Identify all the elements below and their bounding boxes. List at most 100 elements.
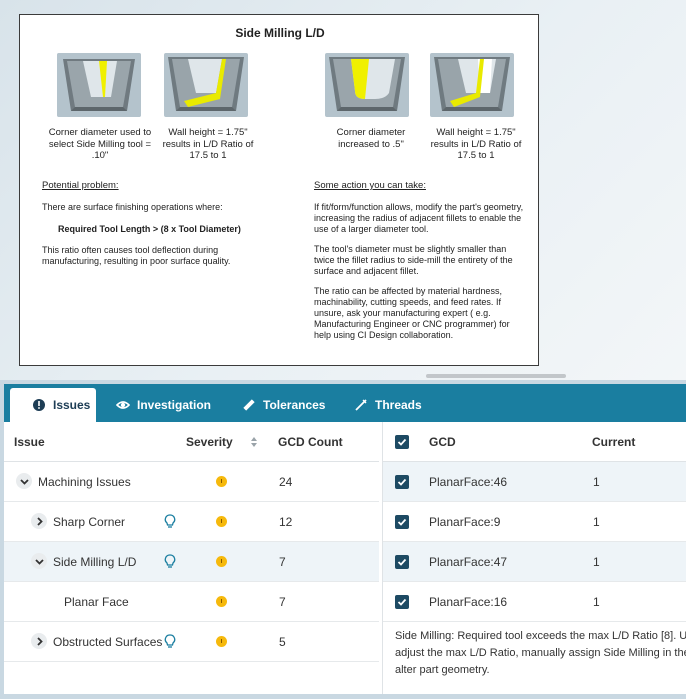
issues-table-header: Issue Severity GCD Count	[4, 422, 379, 462]
gcd-current: 1	[593, 475, 600, 489]
issue-name: Sharp Corner	[53, 515, 126, 529]
help-card-title: Side Milling L/D	[235, 26, 325, 40]
table-row[interactable]: PlanarFace:46 1	[383, 462, 686, 502]
issues-panel: Issues Investigation Tolerances Threads	[4, 384, 686, 694]
issues-table: Issue Severity GCD Count Machining Issue…	[4, 422, 379, 694]
tab-investigation[interactable]: Investigation	[116, 388, 211, 422]
column-issue[interactable]: Issue	[14, 435, 45, 449]
problem-text-line: manufacturing, resulting in poor surface…	[42, 256, 231, 266]
gcd-current: 1	[593, 595, 600, 609]
narrow-pocket-wall-image	[164, 53, 248, 117]
row-checkbox[interactable]	[395, 595, 409, 609]
resize-handle[interactable]	[426, 374, 566, 378]
chevron-right-icon[interactable]	[31, 513, 47, 529]
table-row[interactable]: Sharp Corner 12	[4, 502, 379, 542]
table-row[interactable]: PlanarFace:9 1	[383, 502, 686, 542]
gcd-table-header: GCD Current	[383, 422, 686, 462]
action-line: help using CI Design collaboration.	[314, 330, 454, 340]
row-checkbox[interactable]	[395, 555, 409, 569]
caption-wall-height-2: Wall height = 1.75" results in L/D Ratio…	[430, 127, 522, 161]
caption-corner-diameter: Corner diameter used to select Side Mill…	[48, 127, 152, 161]
chevron-down-icon[interactable]	[16, 473, 32, 489]
tab-tolerances-label: Tolerances	[263, 398, 326, 412]
severity-warning-icon	[216, 556, 227, 567]
table-row[interactable]: PlanarFace:16 1	[383, 582, 686, 622]
narrow-pocket-image	[57, 53, 141, 117]
gcd-current: 1	[593, 515, 600, 529]
tab-bar: Issues Investigation Tolerances Threads	[4, 384, 686, 422]
lightbulb-icon[interactable]	[164, 554, 176, 570]
alert-circle-icon	[33, 399, 45, 411]
action-line: twice the fillet radius to side-mill the…	[314, 255, 513, 265]
severity-warning-icon	[216, 636, 227, 647]
tab-threads[interactable]: Threads	[354, 388, 422, 422]
lightbulb-icon[interactable]	[164, 514, 176, 530]
thread-icon	[355, 399, 367, 411]
issue-count: 24	[279, 475, 293, 489]
description-line: alter part geometry.	[395, 664, 490, 676]
issue-name: Obstructed Surfaces	[53, 635, 163, 649]
problem-heading: Potential problem:	[42, 180, 119, 191]
action-heading: Some action you can take:	[314, 180, 426, 191]
chevron-down-icon[interactable]	[31, 553, 47, 569]
tab-issues[interactable]: Issues	[10, 388, 96, 422]
tab-issues-label: Issues	[53, 398, 91, 412]
severity-warning-icon	[216, 476, 227, 487]
row-checkbox[interactable]	[395, 475, 409, 489]
description-line: Side Milling: Required tool exceeds the …	[395, 630, 686, 642]
select-all-checkbox[interactable]	[395, 435, 409, 449]
column-severity[interactable]: Severity	[186, 435, 233, 449]
severity-warning-icon	[216, 516, 227, 527]
tab-tolerances[interactable]: Tolerances	[242, 388, 325, 422]
table-row[interactable]: PlanarFace:47 1	[383, 542, 686, 582]
issue-name: Planar Face	[64, 595, 129, 609]
action-line: machinability, cutting speeds, and feed …	[314, 297, 501, 307]
tab-threads-label: Threads	[375, 398, 422, 412]
column-gcd-count[interactable]: GCD Count	[278, 435, 343, 449]
column-current[interactable]: Current	[592, 435, 635, 449]
ruler-icon	[243, 399, 255, 411]
action-line: If fit/form/function allows, modify the …	[314, 202, 524, 212]
table-row[interactable]: Side Milling L/D 7	[4, 542, 379, 582]
problem-formula: Required Tool Length > (8 x Tool Diamete…	[58, 224, 241, 234]
row-checkbox[interactable]	[395, 515, 409, 529]
description-line: adjust the max L/D Ratio, manually assig…	[395, 647, 686, 659]
wide-pocket-image	[325, 53, 409, 117]
gcd-name: PlanarFace:46	[429, 475, 508, 489]
gcd-current: 1	[593, 555, 600, 569]
gcd-name: PlanarFace:47	[429, 555, 508, 569]
issue-name: Side Milling L/D	[53, 555, 137, 569]
sort-icon[interactable]	[250, 436, 258, 448]
action-line: increasing the radius of adjacent fillet…	[314, 213, 522, 223]
table-row[interactable]: Planar Face 7	[4, 582, 379, 622]
action-line: surface and adjacent fillet.	[314, 266, 419, 276]
caption-wall-height: Wall height = 1.75" results in L/D Ratio…	[162, 127, 254, 161]
issue-count: 5	[279, 635, 286, 649]
action-line: unsure, ask your manufacturing expert ( …	[314, 308, 491, 318]
issue-name: Machining Issues	[38, 475, 131, 489]
tab-investigation-label: Investigation	[137, 398, 212, 412]
action-paragraph-2: The tool's diameter must be slightly sma…	[314, 244, 513, 277]
problem-text-line: This ratio often causes tool deflection …	[42, 245, 219, 255]
wide-pocket-wall-image	[430, 53, 514, 117]
gcd-name: PlanarFace:9	[429, 515, 501, 529]
table-row[interactable]: Obstructed Surfaces 5	[4, 622, 379, 662]
action-line: use of a larger diameter tool.	[314, 224, 429, 234]
issue-count: 7	[279, 555, 286, 569]
help-card: Side Milling L/D Corner diameter used to…	[19, 14, 539, 366]
issue-count: 7	[279, 595, 286, 609]
action-line: The ratio can be affected by material ha…	[314, 286, 502, 296]
column-gcd[interactable]: GCD	[429, 435, 456, 449]
action-line: Manufacturing Engineer or CNC programmer…	[314, 319, 510, 329]
issue-description: Side Milling: Required tool exceeds the …	[395, 628, 686, 679]
table-row[interactable]: Machining Issues 24	[4, 462, 379, 502]
eye-icon	[116, 401, 130, 409]
action-line: The tool's diameter must be slightly sma…	[314, 244, 507, 254]
action-paragraph-3: The ratio can be affected by material ha…	[314, 286, 510, 341]
severity-warning-icon	[216, 596, 227, 607]
chevron-right-icon[interactable]	[31, 633, 47, 649]
gcd-table: GCD Current PlanarFace:46 1 PlanarFace:9…	[382, 422, 686, 694]
caption-corner-increased: Corner diameter increased to .5"	[336, 127, 406, 150]
problem-intro: There are surface finishing operations w…	[42, 202, 223, 212]
lightbulb-icon[interactable]	[164, 634, 176, 650]
